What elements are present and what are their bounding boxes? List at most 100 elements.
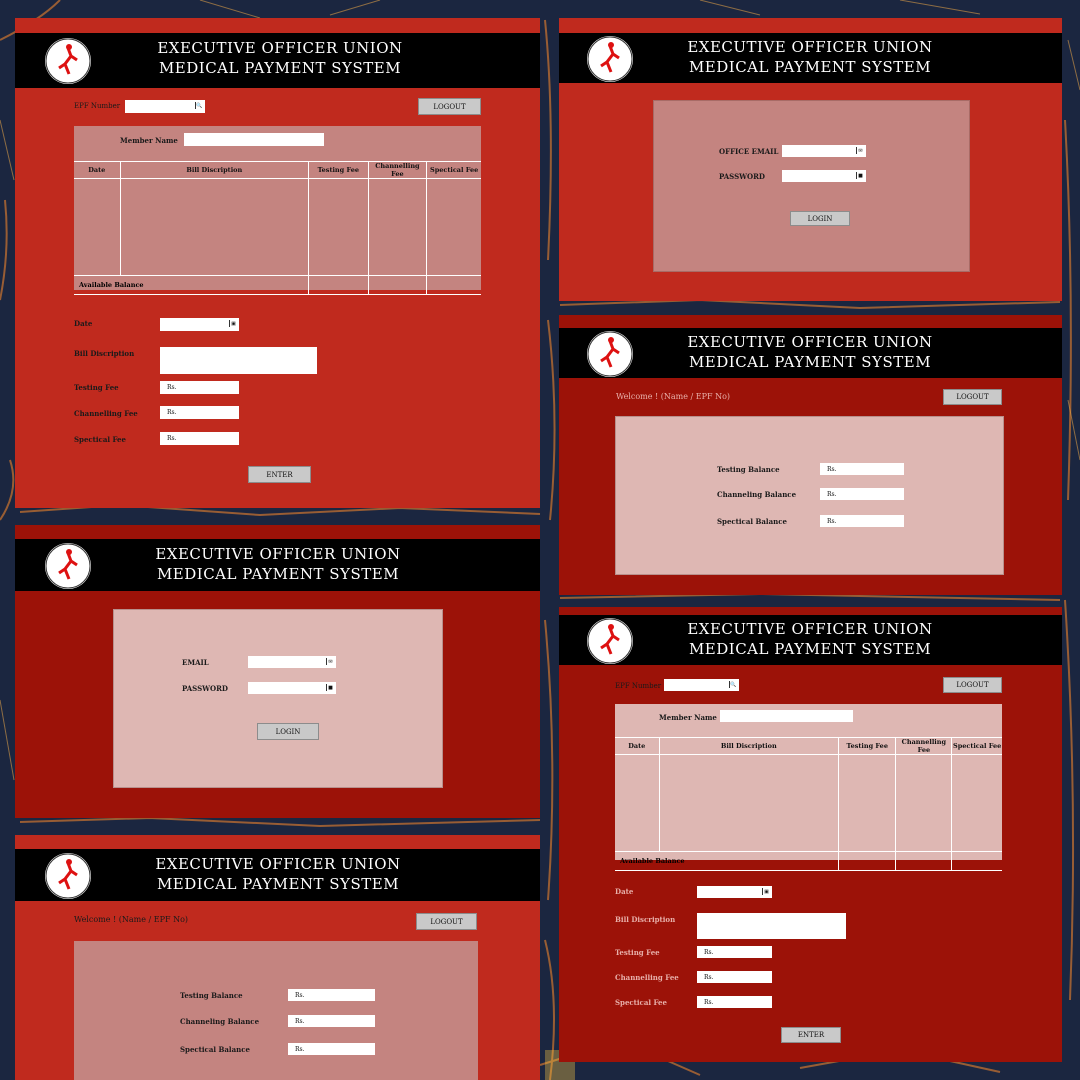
panel-balance-red: EXECUTIVE OFFICER UNION MEDICAL PAYMENT S… [15,835,540,1080]
col-channelling: Channelling Fee [895,737,952,755]
spectical-fee-label: Spectical Fee [615,998,667,1007]
logout-button[interactable]: LOGOUT [416,913,477,930]
epf-label: EPF Number [74,102,121,110]
spectical-balance-label: Spectical Balance [717,517,787,526]
spectical-fee-input[interactable]: Rs. [697,996,772,1008]
email-input[interactable]: ✉ [248,656,336,668]
app-header: EXECUTIVE OFFICER UNION MEDICAL PAYMENT S… [15,33,540,88]
epf-input[interactable]: 🔍 [664,679,739,691]
search-icon[interactable]: 🔍 [195,102,203,109]
col-date: Date [74,161,121,179]
channelling-fee-input[interactable]: Rs. [697,971,772,983]
logo-runner-icon [45,853,91,899]
bill-input[interactable] [697,913,846,939]
spectical-fee-label: Spectical Fee [74,435,126,444]
testing-balance-label: Testing Balance [180,991,243,1000]
logo-runner-icon [587,331,633,377]
col-testing: Testing Fee [308,161,369,179]
app-header: EXECUTIVE OFFICER UNION MEDICAL PAYMENT S… [559,33,1062,83]
channelling-fee-input[interactable]: Rs. [160,406,239,419]
bill-table: Date Bill Discription Testing Fee Channe… [615,737,1002,871]
enter-button[interactable]: ENTER [248,466,311,483]
date-label: Date [74,319,93,328]
logo-runner-icon [587,618,633,664]
password-label: PASSWORD [182,684,228,693]
col-spectical: Spectical Fee [426,161,481,179]
testing-fee-input[interactable]: Rs. [160,381,239,394]
col-date: Date [615,737,660,755]
lock-icon: ■ [326,684,334,691]
testing-balance-input[interactable]: Rs. [820,463,904,475]
app-title: EXECUTIVE OFFICER UNION MEDICAL PAYMENT S… [155,545,401,583]
available-balance-label: Available Balance [615,851,839,871]
panel-member-entry-dark: EXECUTIVE OFFICER UNION MEDICAL PAYMENT S… [559,607,1062,1062]
spectical-fee-input[interactable]: Rs. [160,432,239,445]
date-input[interactable]: ▣ [697,886,772,898]
panel-office-login: EXECUTIVE OFFICER UNION MEDICAL PAYMENT S… [559,18,1062,301]
password-input[interactable]: ■ [782,170,866,182]
col-channelling: Channelling Fee [367,161,427,179]
logout-button[interactable]: LOGOUT [943,677,1002,693]
balance-box: Testing Balance Rs. Channeling Balance R… [74,941,478,1080]
panel-balance-dark: EXECUTIVE OFFICER UNION MEDICAL PAYMENT S… [559,315,1062,595]
logout-button[interactable]: LOGOUT [943,389,1002,405]
channelling-fee-label: Channelling Fee [615,973,679,982]
date-label: Date [615,887,634,896]
bill-label: Bill Discription [615,915,676,924]
bill-label: Bill Discription [74,349,135,358]
enter-button[interactable]: ENTER [781,1027,841,1043]
col-bill: Bill Discription [658,737,839,755]
login-button[interactable]: LOGIN [790,211,850,226]
channeling-balance-label: Channeling Balance [717,490,797,499]
office-email-label: OFFICE EMAIL [719,147,779,156]
epf-input[interactable]: 🔍 [125,100,205,113]
available-balance-label: Available Balance [74,275,309,295]
office-login-box: OFFICE EMAIL ✉ PASSWORD ■ LOGIN [653,100,970,272]
channeling-balance-label: Channeling Balance [180,1017,260,1026]
panel-member-entry: EXECUTIVE OFFICER UNION MEDICAL PAYMENT S… [15,18,540,508]
member-name-input[interactable] [184,133,324,146]
testing-fee-input[interactable]: Rs. [697,946,772,958]
col-spectical: Spectical Fee [951,737,1002,755]
col-testing: Testing Fee [838,737,896,755]
app-title: EXECUTIVE OFFICER UNION MEDICAL PAYMENT S… [155,855,401,893]
welcome-text: Welcome ! (Name / EPF No) [74,915,189,924]
spectical-balance-input[interactable]: Rs. [288,1043,375,1055]
calendar-icon[interactable]: ▣ [229,320,237,327]
channeling-balance-input[interactable]: Rs. [288,1015,375,1027]
logo-runner-icon [45,38,91,84]
channeling-balance-input[interactable]: Rs. [820,488,904,500]
app-title: EXECUTIVE OFFICER UNION MEDICAL PAYMENT S… [687,333,933,371]
password-label: PASSWORD [719,172,765,181]
app-title: EXECUTIVE OFFICER UNION MEDICAL PAYMENT S… [157,39,403,77]
app-header: EXECUTIVE OFFICER UNION MEDICAL PAYMENT S… [559,615,1062,665]
member-name-input[interactable] [720,710,853,722]
spectical-balance-label: Spectical Balance [180,1045,250,1054]
office-email-input[interactable]: ✉ [782,145,866,157]
login-button[interactable]: LOGIN [257,723,319,740]
logo-runner-icon [587,36,633,82]
search-icon[interactable]: 🔍 [729,681,737,688]
app-header: EXECUTIVE OFFICER UNION MEDICAL PAYMENT S… [15,539,540,591]
bill-input[interactable] [160,347,317,374]
bill-table: Date Bill Discription Testing Fee Channe… [74,161,481,295]
app-header: EXECUTIVE OFFICER UNION MEDICAL PAYMENT S… [559,328,1062,378]
logout-button[interactable]: LOGOUT [418,98,481,115]
app-header: EXECUTIVE OFFICER UNION MEDICAL PAYMENT S… [15,849,540,901]
welcome-text: Welcome ! (Name / EPF No) [616,392,731,401]
date-input[interactable]: ▣ [160,318,239,331]
member-name-label: Member Name [120,136,178,145]
user-login-box: EMAIL ✉ PASSWORD ■ LOGIN [113,609,443,788]
calendar-icon[interactable]: ▣ [762,888,770,895]
app-title: EXECUTIVE OFFICER UNION MEDICAL PAYMENT S… [687,620,933,658]
channelling-fee-label: Channelling Fee [74,409,138,418]
email-label: EMAIL [182,658,209,667]
testing-balance-input[interactable]: Rs. [288,989,375,1001]
app-title: EXECUTIVE OFFICER UNION MEDICAL PAYMENT S… [687,38,933,76]
spectical-balance-input[interactable]: Rs. [820,515,904,527]
logo-runner-icon [45,543,91,589]
member-box: Member Name Date Bill Discription Testin… [615,704,1002,871]
testing-fee-label: Testing Fee [615,948,660,957]
password-input[interactable]: ■ [248,682,336,694]
panel-user-login: EXECUTIVE OFFICER UNION MEDICAL PAYMENT S… [15,525,540,818]
